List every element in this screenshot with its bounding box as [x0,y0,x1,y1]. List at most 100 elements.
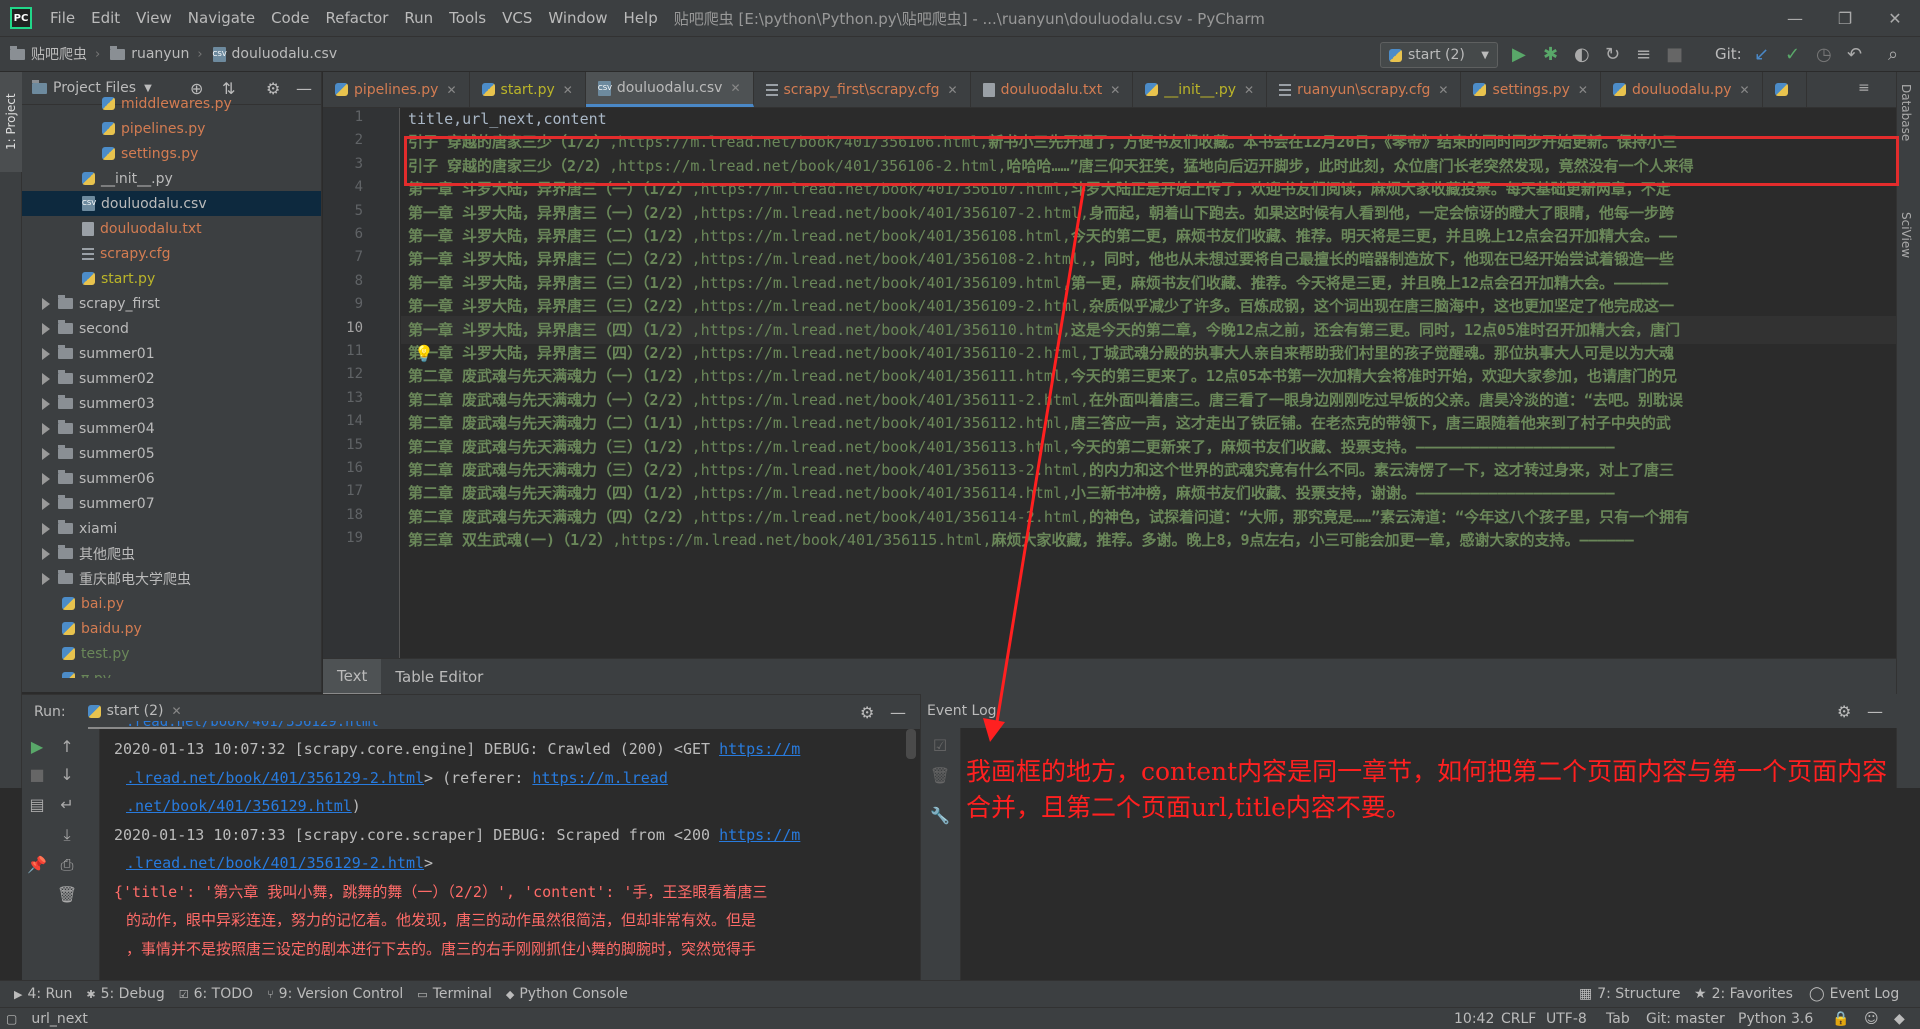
bottom-tool-button[interactable]: ☑ 6: TODO [179,986,253,1002]
tree-file[interactable]: scrapy.cfg [22,241,321,266]
breadcrumb-file[interactable]: CSV douluodalu.csv [212,46,337,62]
chevron-right-icon[interactable] [42,322,50,335]
minimize-button[interactable]: — [1770,0,1820,36]
build-icon[interactable]: ≡ [1636,45,1651,65]
menu-edit[interactable]: Edit [83,0,128,36]
inspector-icon[interactable]: ☺ [1864,1011,1879,1027]
wrench-icon[interactable]: 🔧 [929,806,951,825]
console-link[interactable]: .net/book/401/356129.html [126,797,352,815]
bottom-tool-button[interactable]: ✱ 5: Debug [86,986,164,1002]
debug-icon[interactable]: ✱ [1543,45,1558,65]
editor-tab[interactable]: pipelines.py ✕ [323,72,470,107]
tree-folder[interactable]: summer01 [22,341,321,366]
menu-help[interactable]: Help [616,0,666,36]
caret-position[interactable]: 10:42 [1454,1011,1494,1027]
panel-toggle-icon[interactable]: ▢ [6,1012,17,1026]
tree-folder[interactable]: summer03 [22,391,321,416]
menu-refactor[interactable]: Refactor [317,0,396,36]
line-separator[interactable]: CRLF [1501,1011,1536,1027]
structure-tool-button[interactable]: ▦ 7: Structure [1579,986,1680,1002]
tree-file[interactable]: π.py [22,666,321,678]
chevron-right-icon[interactable] [42,497,50,510]
rollback-icon[interactable]: ↶ [1847,45,1862,65]
indent-setting[interactable]: Tab [1606,1011,1630,1027]
stop-icon[interactable]: ■ [1666,45,1683,65]
menu-code[interactable]: Code [263,0,317,36]
breadcrumb-project[interactable]: 贴吧爬虫 [10,44,87,64]
console-link[interactable]: https://m [719,740,800,758]
menu-navigate[interactable]: Navigate [180,0,263,36]
file-encoding[interactable]: UTF-8 [1546,1011,1587,1027]
event-log-tool-button[interactable]: ◯ Event Log [1809,986,1899,1002]
trash-icon[interactable]: 🗑 [56,885,78,904]
bottom-tool-button[interactable]: ▭ Terminal [417,986,492,1002]
tab-text[interactable]: Text [323,658,382,695]
chevron-right-icon[interactable] [42,297,50,310]
editor-tab[interactable]: start.py ✕ [470,72,586,107]
project-tool-tab[interactable]: 1: Project [0,72,22,172]
tree-folder[interactable]: scrapy_first [22,291,321,316]
print-icon[interactable]: ⎙ [56,855,78,875]
lightbulb-icon[interactable]: 💡 [414,344,434,363]
bottom-tool-button[interactable]: ◆ Python Console [506,986,628,1002]
tree-file[interactable]: bai.py [22,591,321,616]
menu-run[interactable]: Run [396,0,441,36]
close-tab-icon[interactable]: ✕ [1578,83,1588,97]
chevron-right-icon[interactable] [42,472,50,485]
soft-wrap-icon[interactable]: ↵ [56,795,78,814]
restore-button[interactable]: ❐ [1820,0,1870,36]
console-link[interactable]: https://m [719,826,800,844]
menu-vcs[interactable]: VCS [494,0,540,36]
gear-icon[interactable]: ⚙ [860,703,874,722]
close-tab-icon[interactable]: ✕ [563,83,573,97]
tree-folder[interactable]: xiami [22,516,321,541]
tree-file[interactable]: douluodalu.txt [22,216,321,241]
mark-read-icon[interactable]: ☑ [929,736,951,755]
database-tool-tab[interactable]: Database [1899,84,1913,141]
chevron-right-icon[interactable] [42,397,50,410]
menu-tools[interactable]: Tools [441,0,494,36]
close-tab-icon[interactable]: ✕ [1740,83,1750,97]
breadcrumb-folder[interactable]: ruanyun [110,45,189,62]
tab-table-editor[interactable]: Table Editor [381,659,497,695]
editor-tab[interactable] [1763,72,1807,107]
trash-icon[interactable]: 🗑 [929,766,951,785]
rerun-icon[interactable]: ▶ [26,737,48,756]
git-update-icon[interactable]: ↙ [1754,45,1769,65]
tree-folder[interactable]: summer04 [22,416,321,441]
close-tab-icon[interactable]: ✕ [730,81,740,95]
tree-folder[interactable]: 其他爬虫 [22,541,321,566]
tree-file[interactable]: test.py [22,641,321,666]
chevron-right-icon[interactable] [42,572,50,585]
bottom-tool-button[interactable]: ⑂ 9: Version Control [267,986,403,1002]
editor-tab[interactable]: douluodalu.py ✕ [1601,72,1763,107]
close-tab-icon[interactable]: ✕ [1438,83,1448,97]
python-interpreter[interactable]: Python 3.6 [1738,1011,1813,1027]
close-tab-icon[interactable]: ✕ [1110,83,1120,97]
close-tab-icon[interactable]: ✕ [1244,83,1254,97]
editor-tab[interactable]: douluodalu.txt ✕ [971,72,1134,107]
pin-icon[interactable]: 📌 [26,855,48,874]
menu-file[interactable]: File [42,0,83,36]
chevron-right-icon[interactable] [42,372,50,385]
tree-folder[interactable]: 重庆邮电大学爬虫 [22,566,321,591]
console-link[interactable]: https://m.lread [532,769,667,787]
sciview-tool-tab[interactable]: SciView [1899,212,1913,258]
tree-folder[interactable]: second [22,316,321,341]
console-link[interactable]: .lread.net/book/401/356129-2.html [126,854,424,872]
run-icon[interactable]: ▶ [1512,45,1526,65]
code-editor[interactable]: title,url_next,content 引子 穿越的唐家三少（1/2）,ht… [401,108,1896,658]
tree-folder[interactable]: summer05 [22,441,321,466]
history-icon[interactable]: ◷ [1816,45,1832,65]
run-config-select[interactable]: start (2) ▼ [1380,42,1498,68]
tree-file[interactable]: start.py [22,266,321,291]
gear-icon[interactable]: ⚙ [1837,702,1851,721]
editor-tab[interactable]: scrapy_first\scrapy.cfg ✕ [754,72,971,107]
tree-file[interactable]: middlewares.py [22,91,321,116]
notifications-icon[interactable]: ◆ [1894,1011,1905,1027]
menu-view[interactable]: View [128,0,180,36]
tree-file[interactable]: baidu.py [22,616,321,641]
chevron-right-icon[interactable] [42,522,50,535]
profile-icon[interactable]: ↻ [1605,45,1620,65]
tree-folder[interactable]: summer06 [22,466,321,491]
